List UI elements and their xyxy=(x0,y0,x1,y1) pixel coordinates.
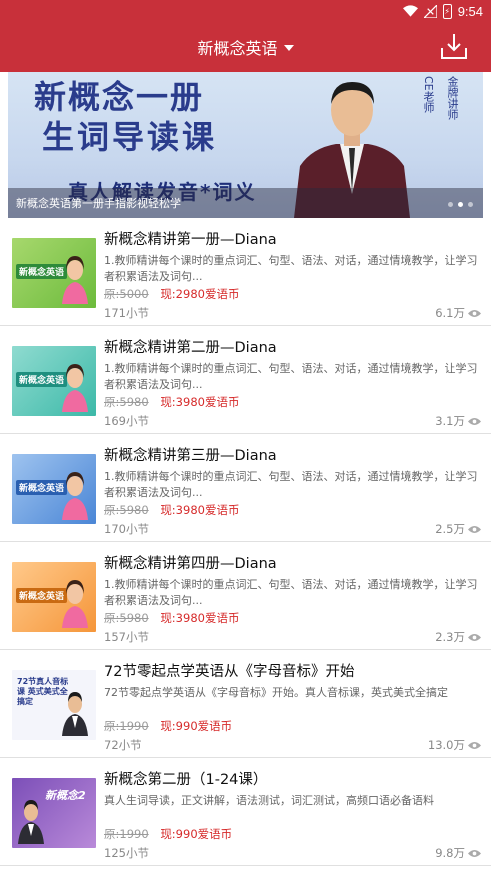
course-thumbnail: 新概念英语 xyxy=(12,562,96,632)
lesson-count: 72小节 xyxy=(104,738,142,752)
course-title: 新概念第二册（1-24课） xyxy=(104,772,268,788)
view-count-value: 2.5万 xyxy=(435,522,465,536)
banner-vertical-text-1: 金牌讲师 xyxy=(446,76,459,120)
course-description: 72节零起点学英语从《字母音标》开始。真人音标课，英式美式全搞定 xyxy=(104,686,448,699)
view-count-value: 3.1万 xyxy=(435,414,465,428)
eye-icon xyxy=(468,417,481,425)
banner-vertical-text-2: CE老师 xyxy=(422,76,435,113)
view-count: 6.1万 xyxy=(435,305,481,321)
course-description: 真人生词导读，正文讲解，语法测试，词汇测试，高频口语必备语料 xyxy=(104,794,434,807)
price-row: 原:1990 现:990爱语币 xyxy=(104,718,232,734)
category-selector[interactable]: 新概念英语 xyxy=(0,22,491,72)
status-time: 9:54 xyxy=(457,3,483,19)
price-row: 原:1990 现:990爱语币 xyxy=(104,826,232,842)
app-bar: 新概念英语 xyxy=(0,22,491,72)
original-price: 原:5980 xyxy=(104,611,149,625)
course-item[interactable]: 新概念英语 新概念精讲第三册—Diana 1.教师精讲每个课时的重点词汇、句型、… xyxy=(0,434,491,542)
view-count: 3.1万 xyxy=(435,413,481,429)
course-title: 新概念精讲第一册—Diana xyxy=(104,232,277,248)
view-count: 13.0万 xyxy=(428,737,481,753)
teacher-image xyxy=(62,580,88,628)
lesson-count: 171小节 xyxy=(104,306,149,320)
original-price: 原:5980 xyxy=(104,395,149,409)
course-thumbnail: 72节真人音标课 英式美式全搞定 xyxy=(12,670,96,740)
thumbnail-label: 新概念2 xyxy=(45,789,86,802)
course-title: 72节零起点学英语从《字母音标》开始 xyxy=(104,664,355,680)
view-count: 2.5万 xyxy=(435,521,481,537)
eye-icon xyxy=(468,849,481,857)
course-thumbnail: 新概念英语 xyxy=(12,238,96,308)
lesson-count: 125小节 xyxy=(104,846,149,860)
battery-icon: ⚡ xyxy=(442,3,452,19)
teacher-image xyxy=(62,472,88,520)
current-price: 现:990爱语币 xyxy=(160,827,233,841)
price-row: 原:5980 现:3980爱语币 xyxy=(104,394,239,410)
current-price: 现:2980爱语币 xyxy=(160,287,240,301)
course-description: 1.教师精讲每个课时的重点词汇、句型、语法、对话，通过情境教学，让学习者积累语法… xyxy=(104,578,478,607)
banner-dot-active[interactable] xyxy=(458,202,463,207)
original-price: 原:1990 xyxy=(104,719,149,733)
view-count-value: 13.0万 xyxy=(427,738,465,752)
course-item[interactable]: 新概念英语 新概念精讲第二册—Diana 1.教师精讲每个课时的重点词汇、句型、… xyxy=(0,326,491,434)
course-item[interactable]: 新概念2 新概念第二册（1-24课） 真人生词导读，正文讲解，语法测试，词汇测试… xyxy=(0,758,491,866)
course-item[interactable]: 新概念英语 新概念精讲第四册—Diana 1.教师精讲每个课时的重点词汇、句型、… xyxy=(0,542,491,650)
course-description: 1.教师精讲每个课时的重点词汇、句型、语法、对话，通过情境教学，让学习者积累语法… xyxy=(104,254,478,283)
status-bar: ⚡ 9:54 xyxy=(0,0,491,22)
course-title: 新概念精讲第二册—Diana xyxy=(104,340,277,356)
wifi-icon xyxy=(402,5,418,17)
banner-pager[interactable] xyxy=(448,202,473,207)
course-title: 新概念精讲第四册—Diana xyxy=(104,556,277,572)
course-description: 1.教师精讲每个课时的重点词汇、句型、语法、对话，通过情境教学，让学习者积累语法… xyxy=(104,470,478,499)
teacher-image xyxy=(62,364,88,412)
lesson-count: 170小节 xyxy=(104,522,149,536)
promo-banner[interactable]: 新概念一册 生词导读课 CE老师 金牌讲师 真人解读发音*词义 新概念英语第一册… xyxy=(8,72,483,218)
current-price: 现:3980爱语币 xyxy=(160,395,240,409)
original-price: 原:5000 xyxy=(104,287,149,301)
course-title: 新概念精讲第三册—Diana xyxy=(104,448,277,464)
original-price: 原:1990 xyxy=(104,827,149,841)
teacher-image xyxy=(62,256,88,304)
price-row: 原:5980 现:3980爱语币 xyxy=(104,610,239,626)
course-item[interactable]: 新概念英语 新概念精讲第一册—Diana 1.教师精讲每个课时的重点词汇、句型、… xyxy=(0,218,491,326)
eye-icon xyxy=(468,633,481,641)
status-icons: ⚡ 9:54 xyxy=(402,2,483,20)
banner-dot[interactable] xyxy=(448,202,453,207)
download-icon[interactable] xyxy=(439,31,469,61)
lesson-count: 169小节 xyxy=(104,414,149,428)
current-price: 现:3980爱语币 xyxy=(160,611,240,625)
teacher-image xyxy=(18,800,44,844)
lesson-count: 157小节 xyxy=(104,630,149,644)
course-item[interactable]: 72节真人音标课 英式美式全搞定 72节零起点学英语从《字母音标》开始 72节零… xyxy=(0,650,491,758)
teacher-image xyxy=(62,692,88,736)
course-thumbnail: 新概念英语 xyxy=(12,346,96,416)
signal-icon xyxy=(423,4,437,18)
banner-headline-2: 生词导读课 xyxy=(42,118,218,156)
current-price: 现:990爱语币 xyxy=(160,719,233,733)
course-thumbnail: 新概念2 xyxy=(12,778,96,848)
price-row: 原:5980 现:3980爱语币 xyxy=(104,502,239,518)
banner-caption: 新概念英语第一册手指影视轻松学 xyxy=(16,197,181,210)
view-count: 9.8万 xyxy=(435,845,481,861)
course-description: 1.教师精讲每个课时的重点词汇、句型、语法、对话，通过情境教学，让学习者积累语法… xyxy=(104,362,478,391)
caret-down-icon xyxy=(283,45,294,51)
price-row: 原:5000 现:2980爱语币 xyxy=(104,286,239,302)
current-price: 现:3980爱语币 xyxy=(160,503,240,517)
banner-vertical-text: CE老师 金牌讲师 xyxy=(420,76,459,120)
eye-icon xyxy=(468,309,481,317)
eye-icon xyxy=(468,741,481,749)
eye-icon xyxy=(468,525,481,533)
app-title: 新概念英语 xyxy=(197,39,278,58)
banner-dot[interactable] xyxy=(468,202,473,207)
view-count-value: 9.8万 xyxy=(435,846,465,860)
view-count-value: 6.1万 xyxy=(435,306,465,320)
view-count-value: 2.3万 xyxy=(435,630,465,644)
original-price: 原:5980 xyxy=(104,503,149,517)
course-thumbnail: 新概念英语 xyxy=(12,454,96,524)
view-count: 2.3万 xyxy=(435,629,481,645)
